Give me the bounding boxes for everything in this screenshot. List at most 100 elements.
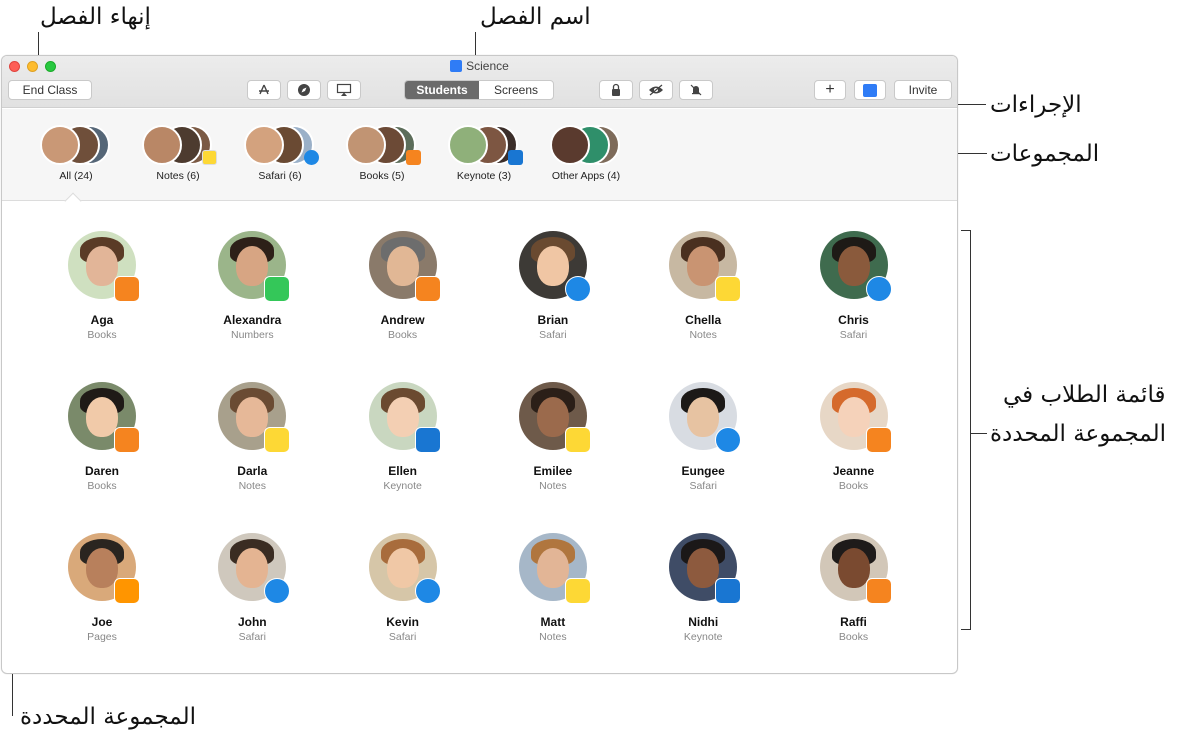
airplay-button[interactable] (327, 80, 361, 100)
student-tile[interactable]: Kevin Safari (338, 533, 468, 643)
keynote-icon (508, 150, 523, 165)
callout-student-list-line (971, 433, 987, 434)
student-tile[interactable]: Chris Safari (789, 231, 919, 341)
student-app: Safari (238, 631, 267, 643)
student-app: Notes (238, 480, 267, 492)
keynote-icon (414, 427, 441, 453)
hide-button[interactable] (639, 80, 673, 100)
student-tile[interactable]: Ellen Keynote (338, 382, 468, 492)
safari-icon (298, 84, 310, 96)
student-tile[interactable]: Eungee Safari (638, 382, 768, 492)
student-name: Daren (84, 464, 119, 478)
group-avatars (434, 125, 534, 169)
student-tile[interactable]: Alexandra Numbers (187, 231, 317, 341)
student-app: Books (87, 480, 117, 492)
student-name: Darla (237, 464, 268, 478)
student-app: Safari (539, 329, 567, 341)
app-store-button[interactable] (247, 80, 281, 100)
student-tile[interactable]: Nidhi Keynote (638, 533, 768, 643)
group-notes[interactable]: Notes (6) (128, 125, 228, 182)
add-button[interactable]: + (814, 80, 846, 100)
lock-icon (612, 83, 620, 96)
group-avatars (332, 125, 432, 169)
teacher-icon (863, 83, 877, 97)
student-app: Books (87, 329, 117, 341)
group-books[interactable]: Books (5) (332, 125, 432, 182)
student-tile[interactable]: Emilee Notes (488, 382, 618, 492)
student-tile[interactable]: Daren Books (37, 382, 167, 492)
notes-icon (564, 578, 591, 604)
student-app: Books (838, 480, 869, 492)
student-app: Pages (87, 631, 117, 643)
group-avatars (536, 125, 636, 169)
view-segmented-control: Students Screens (404, 80, 554, 100)
pages-icon (114, 578, 140, 604)
student-tile[interactable]: Andrew Books (338, 231, 468, 341)
safari-icon (264, 578, 291, 604)
classroom-window: Science End Class Students Screens + Inv… (1, 55, 958, 674)
app-store-icon (259, 84, 269, 95)
student-tile[interactable]: Darla Notes (187, 382, 317, 492)
group-avatars (230, 125, 330, 169)
student-app: Safari (689, 480, 717, 492)
student-app: Books (838, 631, 869, 643)
student-tile[interactable]: Joe Pages (37, 533, 167, 643)
safari-icon (304, 150, 319, 165)
callout-actions: الإجراءات (990, 92, 1082, 118)
avatar (68, 533, 140, 604)
avatar (68, 382, 140, 453)
group-label: Keynote (3) (456, 170, 512, 182)
avatar (819, 533, 892, 604)
student-tile[interactable]: Matt Notes (488, 533, 618, 643)
end-class-button[interactable]: End Class (8, 80, 92, 100)
student-app: Notes (539, 631, 567, 643)
navigate-button[interactable] (287, 80, 321, 100)
avatar (669, 382, 742, 453)
student-tile[interactable]: Raffi Books (789, 533, 919, 643)
invite-button[interactable]: Invite (894, 80, 952, 100)
student-name: Jeanne (832, 464, 875, 478)
group-label: Books (5) (359, 170, 405, 182)
toolbar: Science End Class Students Screens + Inv… (2, 56, 957, 108)
callout-student-list-bracket (961, 230, 971, 630)
student-app: Books (388, 329, 418, 341)
tab-screens[interactable]: Screens (479, 81, 553, 99)
student-app: Numbers (230, 329, 274, 341)
group-keynote[interactable]: Keynote (3) (434, 125, 534, 182)
mute-button[interactable] (679, 80, 713, 100)
avatar (669, 231, 742, 302)
avatar (819, 231, 892, 302)
books-icon (865, 427, 892, 453)
student-tile[interactable]: Jeanne Books (789, 382, 919, 492)
student-name: Nidhi (688, 615, 719, 629)
student-tile[interactable]: Brian Safari (488, 231, 618, 341)
student-tile[interactable]: John Safari (187, 533, 317, 643)
airplay-icon (336, 83, 352, 96)
student-name: Aga (90, 313, 114, 327)
lock-button[interactable] (599, 80, 633, 100)
student-app: Safari (388, 631, 417, 643)
tab-students[interactable]: Students (405, 81, 479, 99)
avatar (518, 231, 591, 302)
teacher-button[interactable] (854, 80, 886, 100)
group-other-apps[interactable]: Other Apps (4) (536, 125, 636, 182)
books-icon (414, 276, 441, 302)
student-tile[interactable]: Aga Books (37, 231, 167, 341)
group-all[interactable]: All (24) (26, 125, 126, 182)
group-avatars (128, 125, 228, 169)
student-tile[interactable]: Chella Notes (638, 231, 768, 341)
books-icon (865, 578, 892, 604)
group-safari[interactable]: Safari (6) (230, 125, 330, 182)
safari-icon (715, 427, 742, 453)
safari-icon (564, 276, 591, 302)
mute-icon (690, 84, 702, 96)
avatar (218, 382, 291, 453)
callout-end-class: إنهاء الفصل (40, 4, 151, 30)
avatar (218, 533, 291, 604)
student-name: Andrew (380, 313, 425, 327)
callout-student-list-1: قائمة الطلاب في (1003, 382, 1166, 408)
student-name: Emilee (533, 464, 573, 478)
callout-class-name: اسم الفصل (480, 4, 591, 30)
callout-student-list-2: المجموعة المحددة (990, 421, 1166, 447)
group-label: Other Apps (4) (551, 170, 621, 182)
